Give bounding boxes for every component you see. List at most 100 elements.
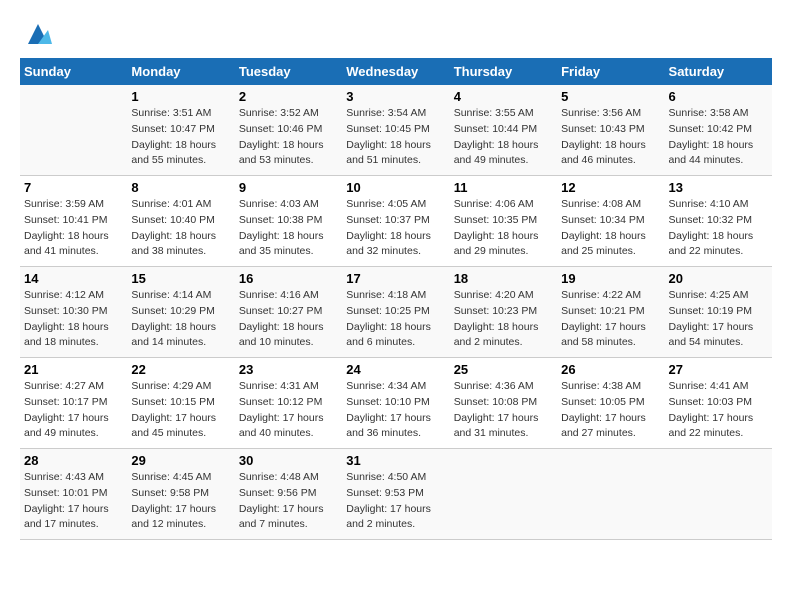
- week-row-2: 7 Sunrise: 3:59 AMSunset: 10:41 PMDayligh…: [20, 176, 772, 267]
- day-number: 2: [239, 89, 338, 104]
- day-number: 12: [561, 180, 660, 195]
- week-row-1: 1 Sunrise: 3:51 AMSunset: 10:47 PMDayligh…: [20, 85, 772, 176]
- day-info: Sunrise: 3:58 AMSunset: 10:42 PMDaylight…: [669, 106, 768, 169]
- day-info: Sunrise: 4:48 AMSunset: 9:56 PMDaylight:…: [239, 470, 338, 533]
- day-info: Sunrise: 4:38 AMSunset: 10:05 PMDaylight…: [561, 379, 660, 442]
- day-info: Sunrise: 4:08 AMSunset: 10:34 PMDaylight…: [561, 197, 660, 260]
- day-number: 8: [131, 180, 230, 195]
- day-info: Sunrise: 4:31 AMSunset: 10:12 PMDaylight…: [239, 379, 338, 442]
- cell-w4-d2: 22Sunrise: 4:29 AMSunset: 10:15 PMDaylig…: [127, 358, 234, 449]
- cell-w1-d7: 6 Sunrise: 3:58 AMSunset: 10:42 PMDayligh…: [665, 85, 772, 176]
- day-info: Sunrise: 4:03 AMSunset: 10:38 PMDaylight…: [239, 197, 338, 260]
- day-number: 14: [24, 271, 123, 286]
- day-number: 26: [561, 362, 660, 377]
- day-info: Sunrise: 4:20 AMSunset: 10:23 PMDaylight…: [454, 288, 553, 351]
- day-info: Sunrise: 3:54 AMSunset: 10:45 PMDaylight…: [346, 106, 445, 169]
- cell-w5-d7: [665, 449, 772, 540]
- day-number: 29: [131, 453, 230, 468]
- cell-w1-d1: [20, 85, 127, 176]
- day-info: Sunrise: 4:16 AMSunset: 10:27 PMDaylight…: [239, 288, 338, 351]
- day-number: 28: [24, 453, 123, 468]
- day-number: 7: [24, 180, 123, 195]
- day-info: Sunrise: 4:25 AMSunset: 10:19 PMDaylight…: [669, 288, 768, 351]
- logo: [20, 20, 52, 48]
- day-number: 3: [346, 89, 445, 104]
- day-info: Sunrise: 4:29 AMSunset: 10:15 PMDaylight…: [131, 379, 230, 442]
- day-info: Sunrise: 4:27 AMSunset: 10:17 PMDaylight…: [24, 379, 123, 442]
- day-info: Sunrise: 4:43 AMSunset: 10:01 PMDaylight…: [24, 470, 123, 533]
- cell-w5-d1: 28 Sunrise: 4:43 AMSunset: 10:01 PMDaylig…: [20, 449, 127, 540]
- cell-w5-d4: 31Sunrise: 4:50 AMSunset: 9:53 PMDayligh…: [342, 449, 449, 540]
- header-tuesday: Tuesday: [235, 58, 342, 85]
- day-info: Sunrise: 4:36 AMSunset: 10:08 PMDaylight…: [454, 379, 553, 442]
- cell-w3-d1: 14 Sunrise: 4:12 AMSunset: 10:30 PMDaylig…: [20, 267, 127, 358]
- cell-w4-d6: 26 Sunrise: 4:38 AMSunset: 10:05 PMDaylig…: [557, 358, 664, 449]
- day-number: 17: [346, 271, 445, 286]
- header-row: SundayMondayTuesdayWednesdayThursdayFrid…: [20, 58, 772, 85]
- header-saturday: Saturday: [665, 58, 772, 85]
- cell-w1-d4: 3 Sunrise: 3:54 AMSunset: 10:45 PMDayligh…: [342, 85, 449, 176]
- cell-w3-d5: 18 Sunrise: 4:20 AMSunset: 10:23 PMDaylig…: [450, 267, 557, 358]
- day-number: 24: [346, 362, 445, 377]
- day-number: 25: [454, 362, 553, 377]
- day-info: Sunrise: 4:45 AMSunset: 9:58 PMDaylight:…: [131, 470, 230, 533]
- cell-w2-d2: 8Sunrise: 4:01 AMSunset: 10:40 PMDayligh…: [127, 176, 234, 267]
- cell-w3-d3: 16 Sunrise: 4:16 AMSunset: 10:27 PMDaylig…: [235, 267, 342, 358]
- header-thursday: Thursday: [450, 58, 557, 85]
- day-number: 4: [454, 89, 553, 104]
- cell-w1-d5: 4Sunrise: 3:55 AMSunset: 10:44 PMDayligh…: [450, 85, 557, 176]
- week-row-4: 21 Sunrise: 4:27 AMSunset: 10:17 PMDaylig…: [20, 358, 772, 449]
- day-number: 5: [561, 89, 660, 104]
- day-number: 23: [239, 362, 338, 377]
- day-info: Sunrise: 4:14 AMSunset: 10:29 PMDaylight…: [131, 288, 230, 351]
- day-number: 10: [346, 180, 445, 195]
- cell-w2-d1: 7 Sunrise: 3:59 AMSunset: 10:41 PMDayligh…: [20, 176, 127, 267]
- cell-w3-d4: 17 Sunrise: 4:18 AMSunset: 10:25 PMDaylig…: [342, 267, 449, 358]
- cell-w4-d4: 24 Sunrise: 4:34 AMSunset: 10:10 PMDaylig…: [342, 358, 449, 449]
- cell-w2-d5: 11 Sunrise: 4:06 AMSunset: 10:35 PMDaylig…: [450, 176, 557, 267]
- logo-icon: [24, 20, 52, 48]
- day-info: Sunrise: 4:05 AMSunset: 10:37 PMDaylight…: [346, 197, 445, 260]
- day-info: Sunrise: 4:34 AMSunset: 10:10 PMDaylight…: [346, 379, 445, 442]
- day-info: Sunrise: 4:12 AMSunset: 10:30 PMDaylight…: [24, 288, 123, 351]
- day-info: Sunrise: 3:51 AMSunset: 10:47 PMDaylight…: [131, 106, 230, 169]
- cell-w5-d5: [450, 449, 557, 540]
- day-number: 13: [669, 180, 768, 195]
- day-info: Sunrise: 3:56 AMSunset: 10:43 PMDaylight…: [561, 106, 660, 169]
- day-info: Sunrise: 4:22 AMSunset: 10:21 PMDaylight…: [561, 288, 660, 351]
- day-info: Sunrise: 3:59 AMSunset: 10:41 PMDaylight…: [24, 197, 123, 260]
- cell-w1-d6: 5 Sunrise: 3:56 AMSunset: 10:43 PMDayligh…: [557, 85, 664, 176]
- header-friday: Friday: [557, 58, 664, 85]
- cell-w5-d3: 30Sunrise: 4:48 AMSunset: 9:56 PMDayligh…: [235, 449, 342, 540]
- day-info: Sunrise: 4:06 AMSunset: 10:35 PMDaylight…: [454, 197, 553, 260]
- cell-w2-d4: 10 Sunrise: 4:05 AMSunset: 10:37 PMDaylig…: [342, 176, 449, 267]
- day-number: 6: [669, 89, 768, 104]
- cell-w3-d2: 15Sunrise: 4:14 AMSunset: 10:29 PMDaylig…: [127, 267, 234, 358]
- header-wednesday: Wednesday: [342, 58, 449, 85]
- day-number: 21: [24, 362, 123, 377]
- cell-w3-d7: 20Sunrise: 4:25 AMSunset: 10:19 PMDaylig…: [665, 267, 772, 358]
- day-info: Sunrise: 4:18 AMSunset: 10:25 PMDaylight…: [346, 288, 445, 351]
- page-header: [20, 20, 772, 48]
- cell-w2-d3: 9 Sunrise: 4:03 AMSunset: 10:38 PMDayligh…: [235, 176, 342, 267]
- day-number: 18: [454, 271, 553, 286]
- cell-w5-d2: 29 Sunrise: 4:45 AMSunset: 9:58 PMDayligh…: [127, 449, 234, 540]
- week-row-3: 14 Sunrise: 4:12 AMSunset: 10:30 PMDaylig…: [20, 267, 772, 358]
- week-row-5: 28 Sunrise: 4:43 AMSunset: 10:01 PMDaylig…: [20, 449, 772, 540]
- cell-w3-d6: 19Sunrise: 4:22 AMSunset: 10:21 PMDaylig…: [557, 267, 664, 358]
- day-number: 1: [131, 89, 230, 104]
- cell-w2-d7: 13 Sunrise: 4:10 AMSunset: 10:32 PMDaylig…: [665, 176, 772, 267]
- day-number: 16: [239, 271, 338, 286]
- header-sunday: Sunday: [20, 58, 127, 85]
- day-number: 11: [454, 180, 553, 195]
- cell-w4-d7: 27Sunrise: 4:41 AMSunset: 10:03 PMDaylig…: [665, 358, 772, 449]
- cell-w4-d3: 23 Sunrise: 4:31 AMSunset: 10:12 PMDaylig…: [235, 358, 342, 449]
- cell-w4-d1: 21 Sunrise: 4:27 AMSunset: 10:17 PMDaylig…: [20, 358, 127, 449]
- day-number: 9: [239, 180, 338, 195]
- day-info: Sunrise: 4:10 AMSunset: 10:32 PMDaylight…: [669, 197, 768, 260]
- day-info: Sunrise: 4:50 AMSunset: 9:53 PMDaylight:…: [346, 470, 445, 533]
- calendar-table: SundayMondayTuesdayWednesdayThursdayFrid…: [20, 58, 772, 540]
- header-monday: Monday: [127, 58, 234, 85]
- day-info: Sunrise: 3:52 AMSunset: 10:46 PMDaylight…: [239, 106, 338, 169]
- day-number: 27: [669, 362, 768, 377]
